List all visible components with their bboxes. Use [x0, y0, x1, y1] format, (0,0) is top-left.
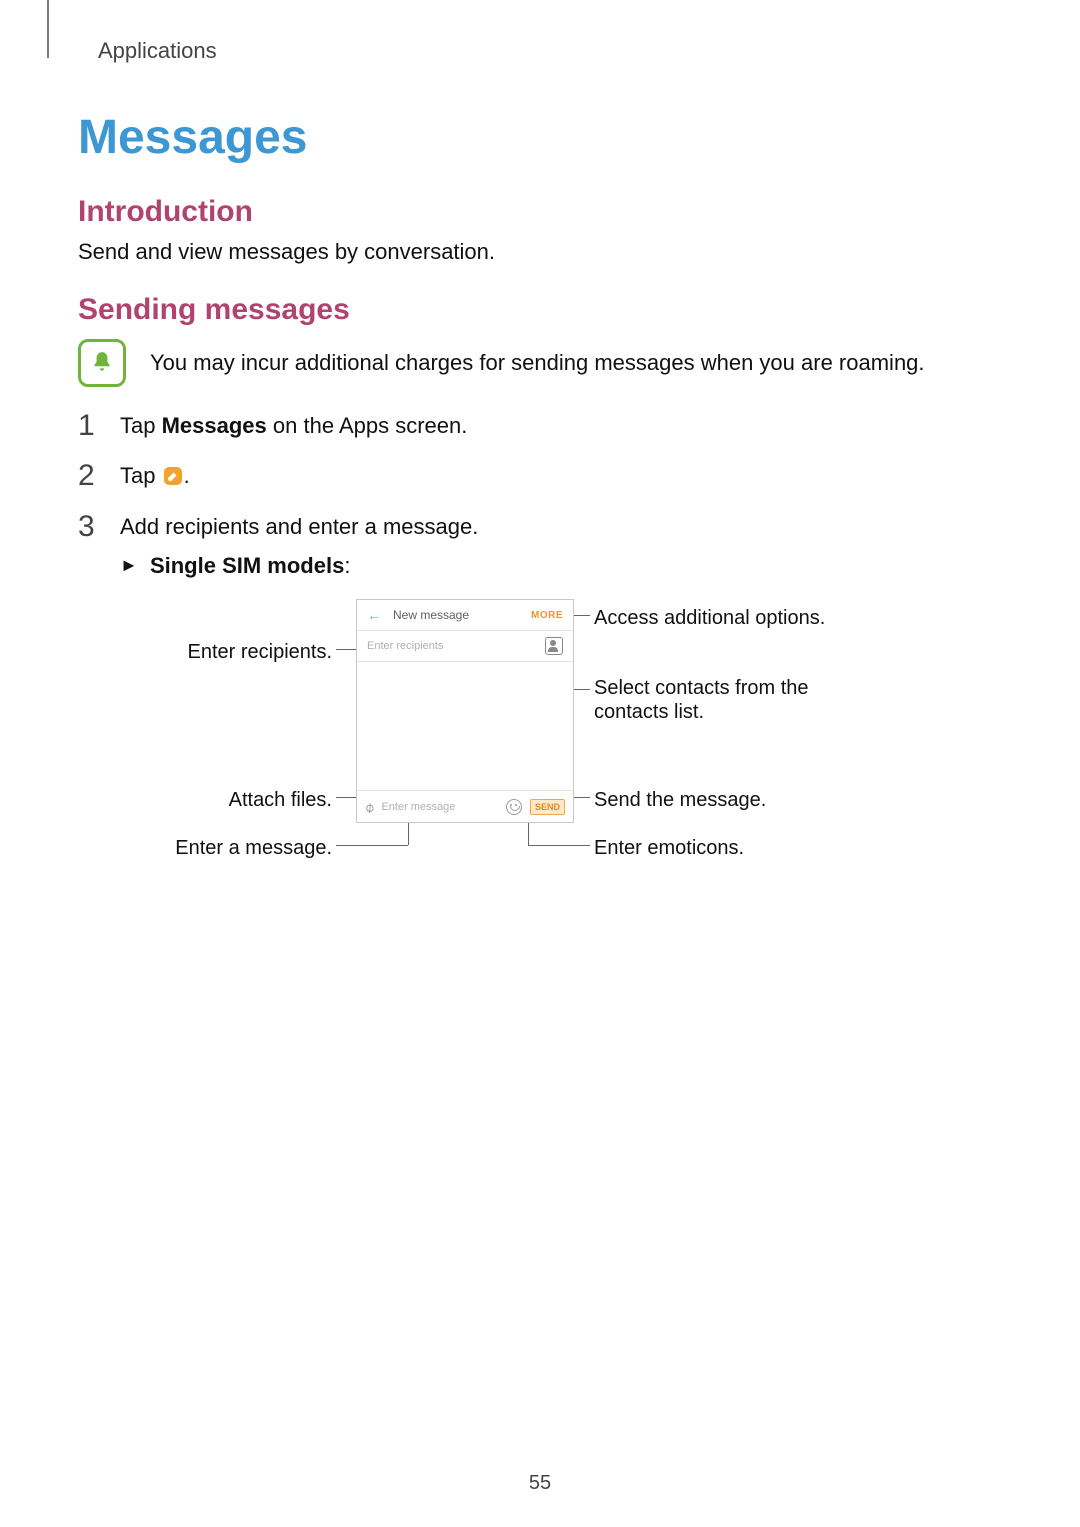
sub-bold: Single SIM models: [150, 553, 344, 578]
step-number: 2: [78, 461, 102, 491]
page-content: Messages Introduction Send and view mess…: [78, 100, 998, 889]
step-1-text: Tap Messages on the Apps screen.: [120, 411, 467, 442]
section-intro-heading: Introduction: [78, 195, 998, 229]
recipients-row: Enter recipients: [357, 630, 573, 662]
diagram: Enter recipients. Attach files. Enter a …: [78, 599, 998, 889]
message-input[interactable]: Enter message: [381, 801, 498, 813]
step-2: 2 Tap .: [78, 459, 998, 492]
bell-icon: [78, 339, 126, 387]
step-1-pre: Tap: [120, 413, 162, 438]
sub-bullet: ► Single SIM models:: [120, 553, 998, 579]
callout-enter-recipients: Enter recipients.: [132, 639, 332, 665]
sub-colon: :: [344, 553, 350, 578]
leader-line: [336, 845, 408, 846]
contacts-icon[interactable]: [545, 637, 563, 655]
note-text: You may incur additional charges for sen…: [150, 348, 925, 378]
step-2-post: .: [184, 463, 190, 488]
send-button[interactable]: SEND: [530, 799, 565, 815]
note-row: You may incur additional charges for sen…: [78, 339, 998, 387]
callout-select-contacts-2: contacts list.: [594, 699, 704, 725]
section-sending-heading: Sending messages: [78, 293, 998, 327]
callout-select-contacts-1: Select contacts from the: [594, 675, 809, 701]
step-2-pre: Tap: [120, 463, 162, 488]
emoticon-icon[interactable]: [506, 799, 522, 815]
step-3-text: Add recipients and enter a message.: [120, 512, 478, 543]
triangle-icon: ►: [120, 555, 138, 575]
leader-line: [528, 845, 590, 846]
callout-send-message: Send the message.: [594, 787, 766, 813]
page-header-rule: [47, 0, 49, 58]
page-number: 55: [0, 1472, 1080, 1495]
conversation-area: [357, 662, 573, 790]
phone-mockup: ← New message MORE Enter recipients ⌀ En…: [356, 599, 574, 823]
step-1-post: on the Apps screen.: [267, 413, 468, 438]
step-1-bold: Messages: [162, 413, 267, 438]
step-3: 3 Add recipients and enter a message.: [78, 510, 998, 543]
steps-list: 1 Tap Messages on the Apps screen. 2 Tap…: [78, 409, 998, 543]
page-title: Messages: [78, 110, 998, 165]
step-1: 1 Tap Messages on the Apps screen.: [78, 409, 998, 442]
callout-enter-emoticons: Enter emoticons.: [594, 835, 744, 861]
breadcrumb: Applications: [98, 38, 217, 64]
step-number: 3: [78, 512, 102, 542]
phone-titlebar: ← New message MORE: [357, 600, 573, 630]
phone-title: New message: [393, 608, 469, 622]
step-number: 1: [78, 411, 102, 441]
step-2-text: Tap .: [120, 461, 190, 492]
recipients-input[interactable]: Enter recipients: [367, 640, 443, 652]
intro-body: Send and view messages by conversation.: [78, 237, 998, 267]
callout-enter-message: Enter a message.: [132, 835, 332, 861]
more-button[interactable]: MORE: [531, 610, 563, 621]
attach-icon[interactable]: ⌀: [361, 798, 378, 816]
callout-more-options: Access additional options.: [594, 605, 825, 631]
callout-attach-files: Attach files.: [132, 787, 332, 813]
back-arrow-icon[interactable]: ←: [367, 607, 381, 623]
message-row: ⌀ Enter message SEND: [357, 790, 573, 823]
compose-icon: [164, 467, 182, 485]
